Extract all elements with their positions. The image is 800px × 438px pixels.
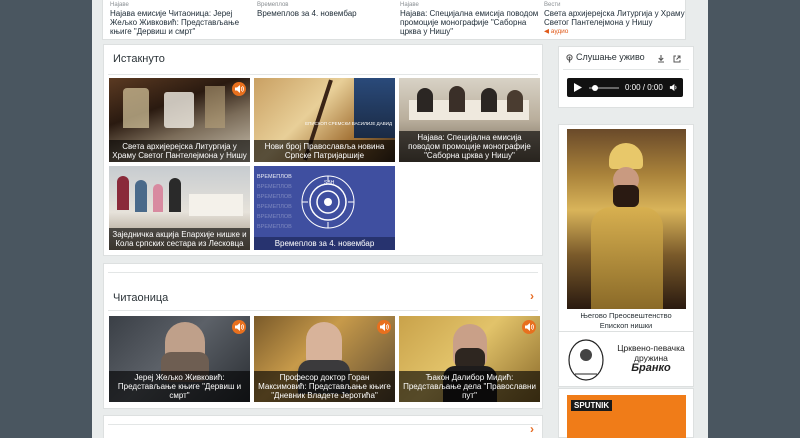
progress-knob[interactable] [592, 85, 598, 91]
news-title[interactable]: Најава емисије Читаоница: Јереј Жељко Жи… [110, 9, 252, 36]
reading-title: Читаоница [113, 292, 169, 304]
bishop-title: Епископ нишки [599, 321, 653, 330]
audio-link[interactable]: ◀ аудио [544, 27, 686, 36]
choir-name: Бранко [631, 362, 671, 374]
featured-title: Истакнуто [113, 53, 165, 65]
bishop-name: Његово Преосвештенство [580, 311, 672, 320]
top-news-item[interactable]: Времеплов Времеплов за 4. новембар [257, 2, 399, 18]
progress-track[interactable] [589, 85, 619, 91]
photo-figure [117, 176, 129, 210]
card-caption: Професор доктор Горан Максимовић: Предст… [254, 371, 395, 402]
photo-figure [123, 88, 149, 128]
card-caption: Света архијерејска Литургија у Храму Све… [109, 140, 250, 162]
speaker-icon [232, 82, 246, 96]
photo-boxes [189, 194, 243, 216]
vremeplov-word: ВРЕМЕПЛОВ [257, 204, 292, 210]
choir-text: Црквено-певачка дружина Бранко [613, 343, 689, 374]
photo-figure [481, 88, 497, 112]
card-caption: Заједничка акција Епархије нишке и Кола … [109, 228, 250, 250]
overlay-text: ЕПИСКОП СРЕМСКИ ВАСИЛИЈЕ ДАВИД [305, 121, 392, 126]
top-news-item[interactable]: Најаве Најава емисије Читаоница: Јереј Ж… [110, 2, 252, 36]
time-display: 0:00 / 0:00 [625, 83, 663, 92]
card-caption: Најава: Специјална емисија поводом промо… [399, 131, 540, 162]
reading-card[interactable]: Ђакон Далибор Мидић: Представљање дела "… [399, 316, 540, 402]
reading-card[interactable]: Професор доктор Горан Максимовић: Предст… [254, 316, 395, 402]
divider [108, 272, 538, 273]
vremeplov-word: ВРЕМЕПЛОВ [257, 214, 292, 220]
speaker-icon [232, 320, 246, 334]
sputnik-banner[interactable]: SPUTNIK [558, 388, 694, 438]
choir-logo-icon [568, 339, 604, 381]
divider [108, 74, 538, 75]
speaker-icon [522, 320, 536, 334]
featured-panel: Истакнуто Света архијерејска Литургија у… [103, 44, 543, 256]
logo-text: SBH [324, 180, 335, 186]
vremeplov-word: ВРЕМЕПЛОВ [257, 174, 292, 180]
news-category: Најаве [110, 2, 129, 8]
card-caption: Времеплов за 4. новембар [254, 237, 395, 250]
choir-banner[interactable]: Црквено-певачка дружина Бранко [558, 331, 694, 387]
speaker-icon [377, 320, 391, 334]
news-category: Вести [544, 2, 561, 8]
sputnik-background: SPUTNIK [567, 395, 686, 438]
news-title[interactable]: Света архијерејска Литургија у Храму Све… [544, 9, 686, 27]
news-title[interactable]: Времеплов за 4. новембар [257, 9, 399, 18]
photo-figure [169, 178, 181, 212]
top-news-strip: Најаве Најава емисије Читаоница: Јереј Ж… [102, 0, 686, 40]
play-icon[interactable] [574, 83, 582, 92]
card-caption: Ђакон Далибор Мидић: Представљање дела "… [399, 371, 540, 402]
photo-figure [153, 184, 163, 212]
top-news-item[interactable]: Вести Света архијерејска Литургија у Хра… [544, 2, 686, 36]
photo-detail [354, 78, 395, 138]
divider [563, 69, 689, 70]
bishop-panel[interactable]: Његово Преосвештенство Епископ нишки [558, 124, 694, 332]
photo-beard [613, 185, 639, 207]
next-panel: › [103, 415, 543, 438]
photo-figure [164, 92, 194, 128]
volume-icon[interactable] [669, 83, 678, 92]
reading-panel: Читаоница › Јереј Жељко Живковић: Предст… [103, 263, 543, 409]
chevron-right-icon[interactable]: › [530, 422, 534, 436]
news-category: Најаве [400, 2, 419, 8]
page: Најаве Најава емисије Читаоница: Јереј Ж… [92, 0, 708, 438]
card-caption: Нови број Православља новина Српске Патр… [254, 140, 395, 162]
news-category: Времеплов [257, 2, 289, 8]
featured-card[interactable]: Заједничка акција Епархије нишке и Кола … [109, 166, 250, 250]
featured-card[interactable]: Света архијерејска Литургија у Храму Све… [109, 78, 250, 162]
featured-card[interactable]: ЕПИСКОП СРЕМСКИ ВАСИЛИЈЕ ДАВИД Нови број… [254, 78, 395, 162]
choir-line: Црквено-певачка [617, 343, 685, 353]
download-icon[interactable] [657, 55, 665, 63]
photo-figure [417, 88, 433, 112]
photo-figure [135, 180, 147, 212]
vremeplov-word: ВРЕМЕПЛОВ [257, 194, 292, 200]
bishop-photo [567, 129, 686, 309]
external-link-icon[interactable] [673, 55, 681, 63]
vremeplov-word-list: ВРЕМЕПЛОВ ВРЕМЕПЛОВ ВРЕМЕПЛОВ ВРЕМЕПЛОВ … [257, 172, 292, 232]
news-title[interactable]: Најава: Специјална емисија поводом промо… [400, 9, 542, 36]
divider [108, 424, 538, 425]
featured-card[interactable]: ВРЕМЕПЛОВ ВРЕМЕПЛОВ ВРЕМЕПЛОВ ВРЕМЕПЛОВ … [254, 166, 395, 250]
photo-mitre [609, 143, 643, 169]
top-news-item[interactable]: Најаве Најава: Специјална емисија поводо… [400, 2, 542, 36]
live-title: Слушање уживо [576, 52, 645, 62]
live-panel: Слушање уживо 0:00 / 0:00 [558, 46, 694, 108]
card-caption: Јереј Жељко Живковић: Представљање књиге… [109, 371, 250, 402]
divider [108, 310, 538, 311]
vremeplov-word: ВРЕМЕПЛОВ [257, 224, 292, 230]
vremeplov-word: ВРЕМЕПЛОВ [257, 184, 292, 190]
photo-vestment [591, 207, 663, 309]
photo-figure [205, 86, 225, 128]
reading-card[interactable]: Јереј Жељко Живковић: Представљање књиге… [109, 316, 250, 402]
photo-figure [449, 86, 465, 112]
chevron-right-icon[interactable]: › [530, 289, 534, 303]
sputnik-logo: SPUTNIK [571, 400, 613, 411]
photo-figure [507, 90, 523, 112]
podcast-icon [566, 54, 573, 63]
featured-card[interactable]: Најава: Специјална емисија поводом промо… [399, 78, 540, 162]
audio-player: 0:00 / 0:00 [567, 78, 683, 97]
